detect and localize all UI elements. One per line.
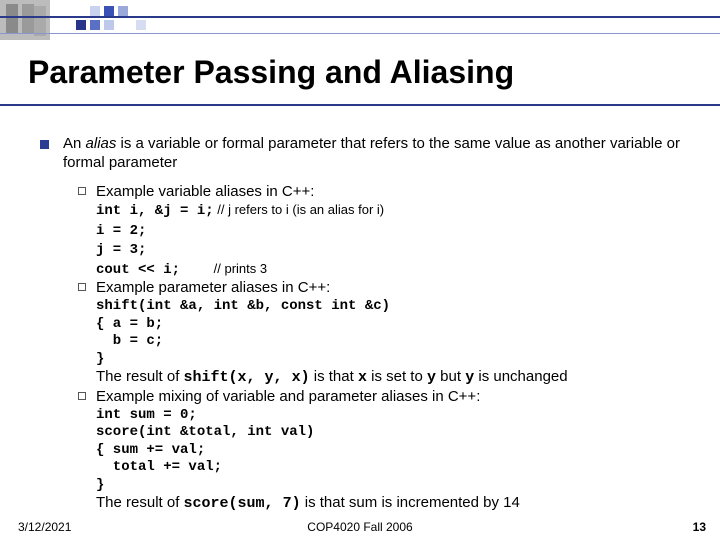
square-bullet-icon xyxy=(40,140,49,149)
deco-square xyxy=(118,6,128,16)
hollow-bullet-icon xyxy=(78,392,86,400)
code-block: shift(int &a, int &b, const int &c) { a … xyxy=(96,298,690,368)
header-rule xyxy=(0,16,720,18)
deco-square xyxy=(136,20,146,30)
code-inline: y xyxy=(427,369,436,386)
bullet-level-2: Example variable aliases in C++: xyxy=(78,183,690,202)
bullet-level-2: Example mixing of variable and parameter… xyxy=(78,388,690,407)
footer-course: COP4020 Fall 2006 xyxy=(0,520,720,534)
sub-bullet-text: Example parameter aliases in C++: xyxy=(96,279,330,298)
bullet-level-1: An alias is a variable or formal paramet… xyxy=(40,135,690,173)
text: is a variable or formal parameter that r… xyxy=(63,135,680,171)
deco-square xyxy=(76,20,86,30)
text: is that xyxy=(310,368,358,385)
bullet-text: An alias is a variable or formal paramet… xyxy=(63,135,690,173)
deco-square xyxy=(90,6,100,16)
code-comment: // prints 3 xyxy=(214,261,267,276)
code-block: int i, &j = i; // j refers to i (is an a… xyxy=(96,201,690,279)
text: An xyxy=(63,135,86,152)
code-inline: score(sum, 7) xyxy=(184,495,301,512)
code-inline: y xyxy=(465,369,474,386)
slide-body: An alias is a variable or formal paramet… xyxy=(40,135,690,514)
hollow-bullet-icon xyxy=(78,283,86,291)
code-block: int sum = 0; score(int &total, int val) … xyxy=(96,407,690,495)
slide-title: Parameter Passing and Aliasing xyxy=(28,54,514,91)
text: is unchanged xyxy=(474,368,567,385)
code-line: i = 2; j = 3; cout << i; xyxy=(96,223,214,278)
text: but xyxy=(436,368,465,385)
text: The result of xyxy=(96,368,184,385)
text: is that sum is incremented by 14 xyxy=(301,494,520,511)
text: The result of xyxy=(96,494,184,511)
code-inline: shift(x, y, x) xyxy=(184,369,310,386)
sub-bullet-text: Example mixing of variable and parameter… xyxy=(96,388,480,407)
deco-square xyxy=(104,6,114,16)
code-comment: // j refers to i (is an alias for i) xyxy=(214,202,385,217)
italic-term: alias xyxy=(86,135,117,152)
code-line: int i, &j = i; xyxy=(96,203,214,219)
deco-square xyxy=(104,20,114,30)
header-rule xyxy=(0,33,720,34)
sub-bullet-text: Example variable aliases in C++: xyxy=(96,183,314,202)
bullet-level-2: Example parameter aliases in C++: xyxy=(78,279,690,298)
footer-page-number: 13 xyxy=(693,520,706,534)
title-underline xyxy=(0,104,720,106)
result-line: The result of shift(x, y, x) is that x i… xyxy=(96,368,690,388)
header-thumbnail xyxy=(0,0,50,40)
hollow-bullet-icon xyxy=(78,187,86,195)
text: is set to xyxy=(367,368,427,385)
code-inline: x xyxy=(358,369,367,386)
slide-header-decoration xyxy=(0,0,720,40)
deco-square xyxy=(90,20,100,30)
result-line: The result of score(sum, 7) is that sum … xyxy=(96,494,690,514)
